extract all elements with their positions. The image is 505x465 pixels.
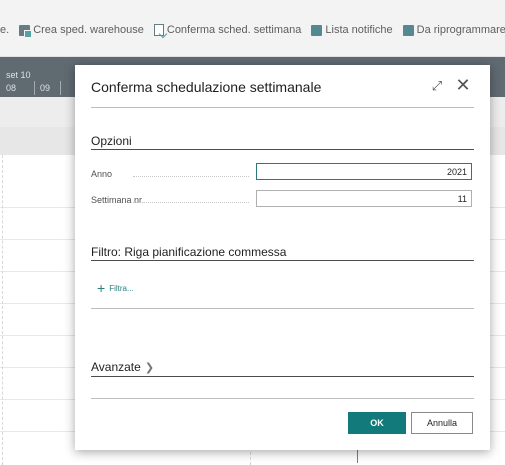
advanced-section-toggle[interactable]: Avanzate ❯ [91, 360, 154, 374]
title-divider [91, 107, 474, 108]
ok-button[interactable]: OK [348, 412, 406, 434]
year-field[interactable] [256, 163, 472, 180]
add-filter-link[interactable]: + Filtra... [97, 280, 134, 296]
section-divider [91, 376, 474, 377]
options-section-title: Opzioni [91, 134, 132, 148]
chevron-right-icon: ❯ [144, 361, 155, 374]
dialog-title: Conferma schedulazione settimanale [91, 79, 322, 95]
cancel-button[interactable]: Annulla [411, 412, 473, 434]
close-icon[interactable]: ✕ [455, 76, 471, 94]
filter-divider [91, 308, 474, 309]
footer-divider [91, 398, 474, 399]
advanced-section-title: Avanzate [91, 360, 141, 374]
expand-icon[interactable]: ⤢ [430, 79, 444, 93]
section-divider [91, 149, 474, 150]
section-divider [91, 260, 474, 261]
leader-dots [133, 175, 249, 177]
leader-dots [133, 201, 249, 203]
year-label: Anno [91, 169, 113, 179]
filter-section-title: Filtro: Riga pianificazione commessa [91, 245, 287, 259]
week-number-field[interactable] [256, 190, 472, 207]
filter-link-label: Filtra... [109, 283, 134, 293]
week-number-label: Settimana nr. [91, 195, 145, 205]
plus-icon: + [97, 280, 106, 296]
confirm-weekly-schedule-dialog: Conferma schedulazione settimanale ⤢ ✕ O… [75, 65, 490, 450]
